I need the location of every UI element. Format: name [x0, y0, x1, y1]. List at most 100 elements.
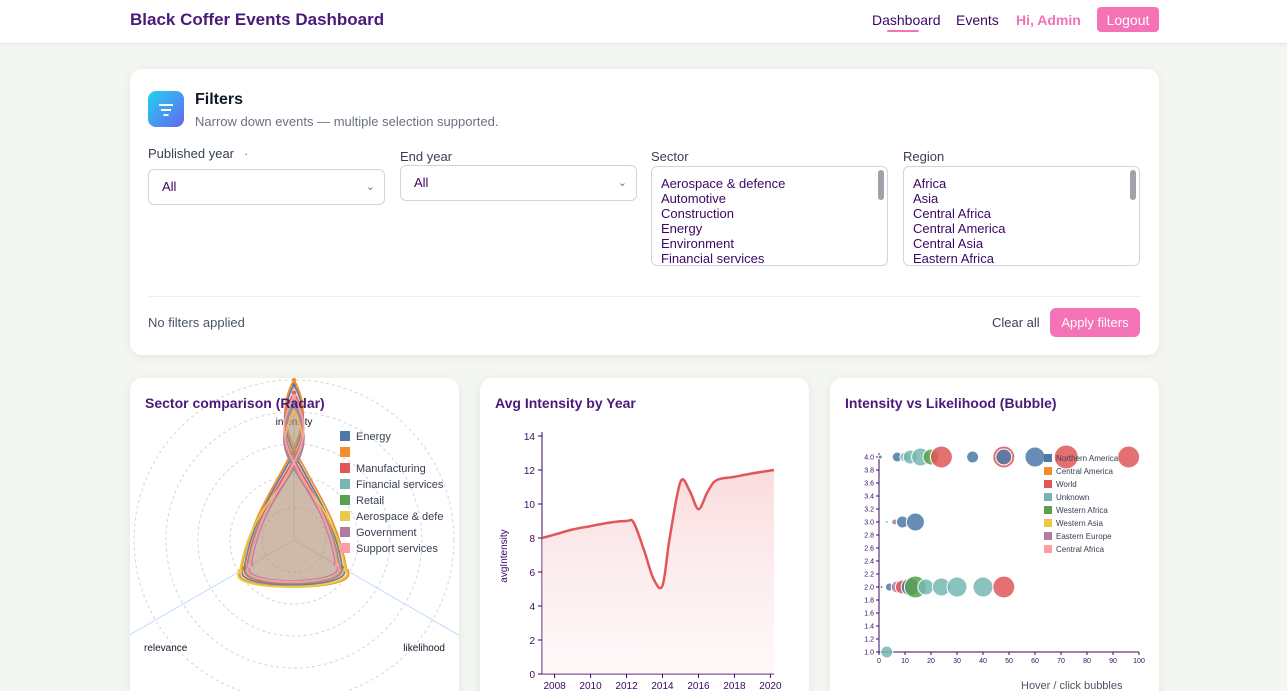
radar-axis-label: relevance [144, 643, 188, 654]
legend-item[interactable]: Aerospace & defe [340, 511, 443, 523]
y-tick-label: 3.2 [864, 507, 874, 514]
x-tick-label: 100 [1133, 658, 1145, 665]
radar-point [291, 378, 297, 383]
y-tick-label: 14 [524, 432, 536, 443]
y-tick-label: 2 [529, 636, 535, 647]
radar-chart-title: Sector comparison (Radar) [145, 395, 325, 411]
chevron-down-icon: ⌄ [365, 181, 375, 193]
y-tick-label: 1.0 [864, 650, 874, 657]
end-year-select[interactable]: All ⌄ [400, 165, 637, 201]
clear-all-button[interactable]: Clear all [992, 315, 1040, 330]
x-tick-label: 30 [953, 658, 961, 665]
bubble-chart-title: Intensity vs Likelihood (Bubble) [845, 395, 1057, 411]
sector-multiselect[interactable]: Aerospace & defence Automotive Construct… [651, 166, 888, 266]
x-tick-label: 2018 [723, 681, 746, 691]
bubble [992, 575, 1016, 599]
line-chart-card: 0 2 4 6 8 10 12 14 2008 2010 2012 2014 2016 2018 2020 a… [480, 378, 809, 691]
y-tick-label: 2.0 [864, 585, 874, 592]
bubble [929, 445, 953, 469]
end-year-label: End year [400, 149, 453, 164]
region-option[interactable]: Asia [913, 191, 1139, 206]
y-tick-label: 8 [529, 534, 535, 545]
legend-item[interactable]: Support services [340, 543, 438, 555]
y-tick-label: 2.6 [864, 546, 874, 553]
legend-label: Government [356, 527, 417, 539]
sector-scrollbar[interactable] [878, 170, 884, 200]
legend-item[interactable]: Western Asia [1044, 519, 1103, 528]
legend-item[interactable]: Central America [1044, 467, 1113, 476]
radar-point [343, 567, 348, 572]
region-scrollbar[interactable] [1130, 170, 1136, 200]
x-tick-label: 2012 [615, 681, 638, 691]
radar-point [247, 563, 252, 568]
legend-item[interactable]: Unknown [1044, 493, 1089, 502]
region-option[interactable]: Central Africa [913, 206, 1139, 221]
legend-label: Eastern Europe [1056, 532, 1112, 541]
legend-item[interactable]: Eastern Europe [1044, 532, 1112, 541]
sector-option[interactable]: Energy [661, 221, 887, 236]
region-option[interactable]: Africa [913, 176, 1139, 191]
nav-events-link[interactable]: Events [956, 12, 999, 28]
legend-item[interactable]: Northern America [1044, 454, 1118, 463]
sector-label: Sector [651, 149, 689, 164]
sector-option[interactable]: Construction [661, 206, 887, 221]
app-title[interactable]: Black Coffer Events Dashboard [130, 10, 384, 30]
y-tick-label: 2.8 [864, 533, 874, 540]
filters-title: Filters [195, 91, 244, 108]
radar-axis-label: likelihood [403, 643, 445, 654]
bubble [966, 450, 980, 464]
filter-status: No filters applied [148, 315, 245, 330]
sector-option[interactable]: Environment [661, 236, 887, 251]
radar-point [237, 569, 243, 574]
legend-item[interactable]: Energy [340, 431, 391, 443]
y-tick-label: 4 [529, 602, 535, 613]
y-tick-label: 2.2 [864, 572, 874, 579]
x-tick-label: 80 [1083, 658, 1091, 665]
legend-swatch [340, 463, 350, 473]
legend-swatch [340, 511, 350, 521]
legend-item[interactable]: Central Africa [1044, 545, 1104, 554]
published-year-select[interactable]: All ⌄ [148, 169, 385, 205]
legend-label: Support services [356, 543, 438, 555]
bubble [877, 454, 883, 460]
bubble [879, 585, 884, 589]
sector-option[interactable]: Financial services [661, 251, 887, 265]
sector-option[interactable]: Aerospace & defence [661, 176, 887, 191]
region-multiselect[interactable]: Africa Asia Central Africa Central Ameri… [903, 166, 1140, 266]
logout-button[interactable]: Logout [1097, 7, 1159, 32]
legend-swatch [1044, 480, 1052, 488]
region-label: Region [903, 149, 945, 164]
y-tick-label: 2.4 [864, 559, 874, 566]
y-tick-label: 1.4 [864, 624, 874, 631]
legend-item[interactable]: Manufacturing [340, 463, 426, 475]
x-tick-label: 50 [1005, 658, 1013, 665]
legend-label: Aerospace & defe [356, 511, 444, 523]
y-tick-label: 4.0 [864, 455, 874, 462]
legend-label: Unknown [1056, 493, 1090, 502]
region-option[interactable]: Eastern Africa [913, 251, 1139, 265]
bubble [917, 578, 935, 596]
nav-dashboard-link[interactable]: Dashboard [872, 12, 941, 28]
filters-panel: Filters Narrow down events — multiple se… [130, 69, 1159, 355]
legend-swatch [1044, 493, 1052, 501]
bubble [905, 512, 925, 532]
sector-option[interactable]: Automotive [661, 191, 887, 206]
bubble [1024, 446, 1046, 468]
bubble [1117, 445, 1141, 469]
legend-item[interactable]: Western Africa [1044, 506, 1108, 515]
legend-item[interactable]: Government [340, 527, 417, 539]
legend-item[interactable]: Retail [340, 495, 384, 507]
legend-item[interactable] [340, 447, 356, 459]
legend-item[interactable]: World [1044, 480, 1077, 489]
legend-item[interactable]: Financial services [340, 479, 443, 491]
legend-label: Western Asia [1056, 519, 1103, 528]
legend-swatch [1044, 532, 1052, 540]
legend-swatch [340, 543, 350, 553]
apply-filters-button[interactable]: Apply filters [1050, 308, 1140, 337]
legend-swatch [1044, 545, 1052, 553]
legend-swatch [340, 431, 350, 441]
region-option[interactable]: Central America [913, 221, 1139, 236]
line-chart[interactable]: 0 2 4 6 8 10 12 14 2008 2010 2012 2014 2016 2018 2020 a… [480, 378, 809, 691]
published-year-label: Published year · [148, 146, 249, 161]
region-option[interactable]: Central Asia [913, 236, 1139, 251]
